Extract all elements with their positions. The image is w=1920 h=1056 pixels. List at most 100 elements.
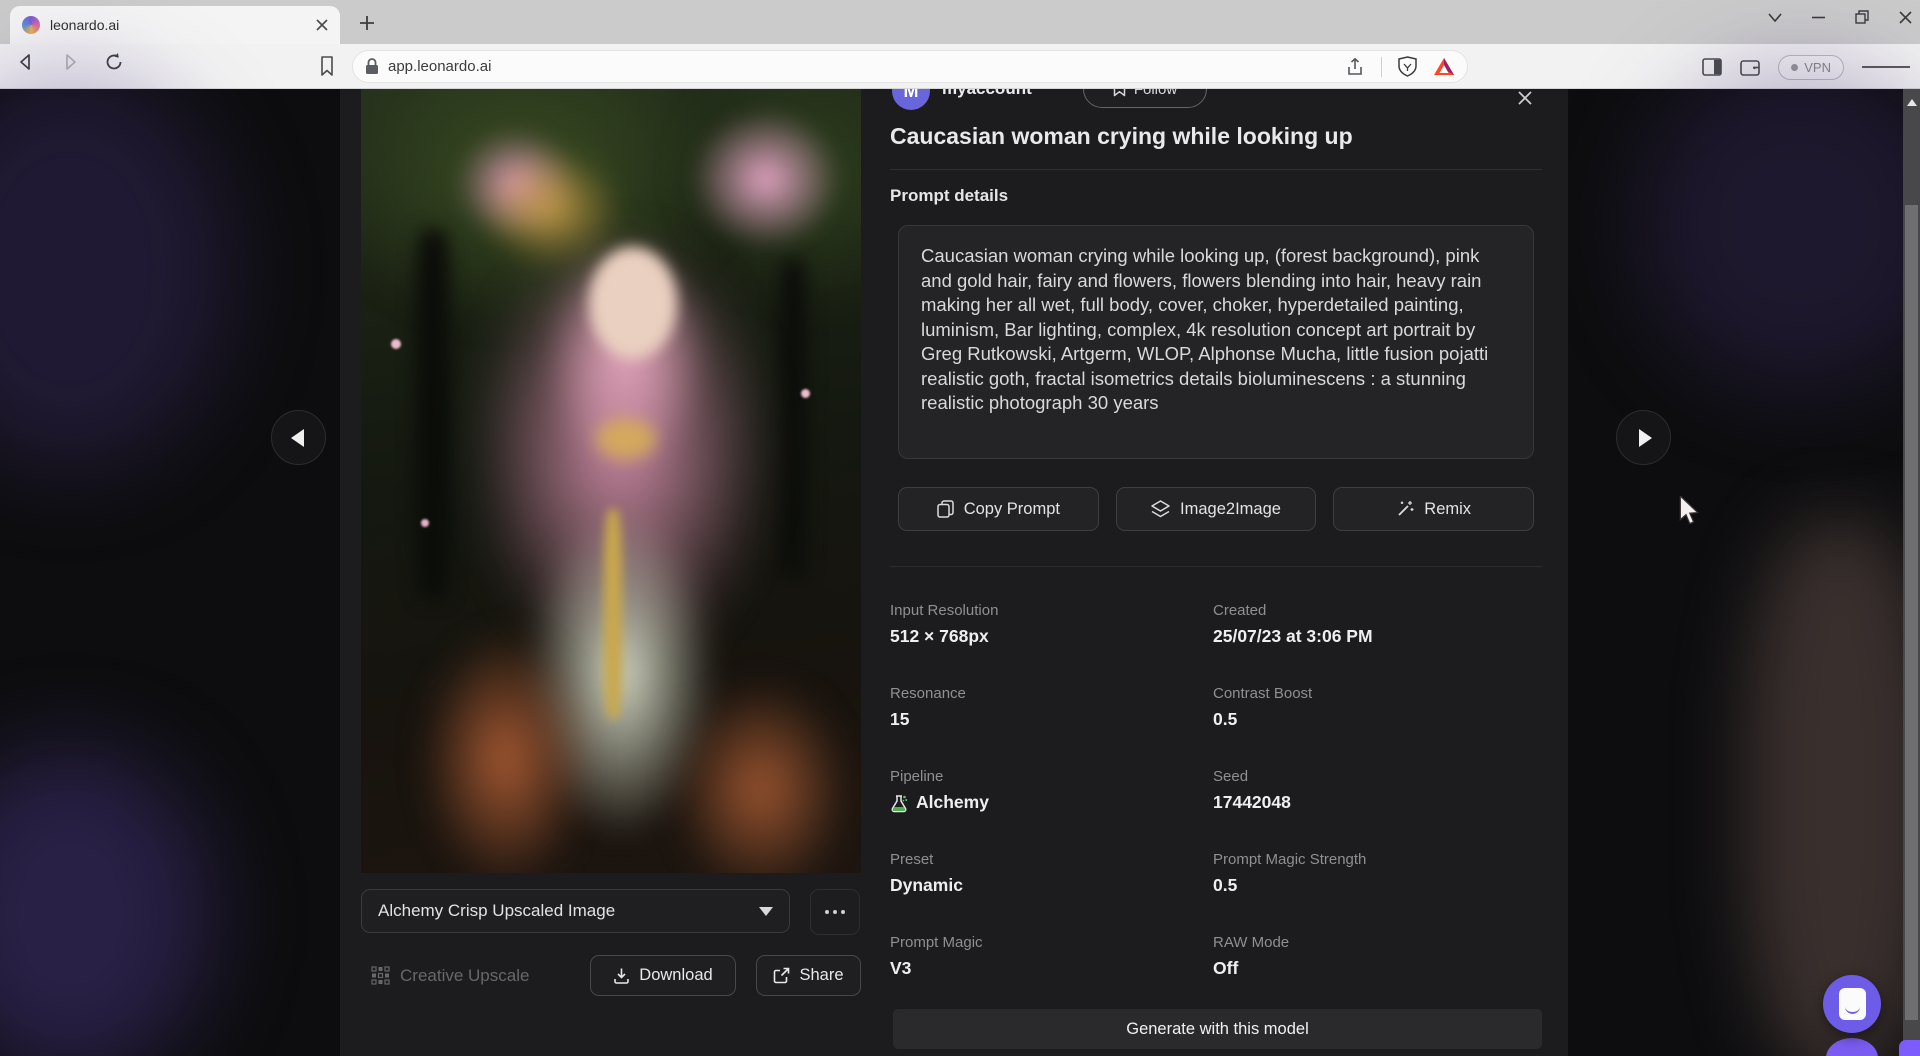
detail-resonance: Resonance 15 — [890, 677, 1213, 760]
screen: leonardo.ai — [0, 0, 1920, 1056]
prompt-box: Caucasian woman crying while looking up,… — [898, 225, 1534, 459]
follow-label: Follow — [1134, 89, 1177, 98]
bookmark-icon[interactable] — [318, 55, 336, 77]
avatar[interactable]: M — [892, 89, 930, 110]
scrollbar-thumb[interactable] — [1905, 205, 1918, 1020]
detail-created: Created 25/07/23 at 3:06 PM — [1213, 594, 1543, 677]
arrow-up-icon — [1907, 99, 1917, 106]
close-window-button[interactable] — [1899, 11, 1912, 24]
remix-label: Remix — [1424, 500, 1471, 519]
detail-preset: Preset Dynamic — [890, 843, 1213, 926]
generation-title: Caucasian woman crying while looking up — [890, 123, 1550, 150]
prompt-details-heading: Prompt details — [890, 186, 1008, 206]
author-name: myaccount — [942, 89, 1032, 99]
flask-icon — [890, 793, 908, 813]
menu-icon[interactable] — [1862, 63, 1910, 71]
generate-with-model-button[interactable]: Generate with this model — [893, 1009, 1542, 1049]
restore-button[interactable] — [1855, 10, 1869, 24]
url-text: app.leonardo.ai — [388, 58, 1345, 75]
brave-rewards-bat-icon[interactable] — [1433, 57, 1455, 77]
download-label: Download — [639, 966, 712, 985]
detail-raw-mode: RAW Mode Off — [1213, 926, 1543, 1009]
corner-widget — [1899, 1040, 1920, 1056]
messenger-icon — [1839, 988, 1866, 1020]
minimize-button[interactable] — [1812, 16, 1825, 19]
chat-launcher-button[interactable] — [1823, 975, 1881, 1033]
scrollbar-up-button[interactable] — [1903, 89, 1920, 115]
copy-prompt-button[interactable]: Copy Prompt — [898, 487, 1099, 531]
new-tab-button[interactable] — [356, 12, 378, 34]
previous-image-button[interactable] — [271, 410, 326, 465]
tab-title: leonardo.ai — [50, 17, 316, 33]
backdrop-glow — [1640, 59, 1920, 389]
next-image-button[interactable] — [1616, 410, 1671, 465]
art-choker — [596, 419, 656, 459]
site-favicon-icon — [22, 16, 40, 34]
share-icon[interactable] — [1345, 57, 1365, 77]
upscale-grid-icon — [371, 966, 390, 985]
follow-bookmark-icon — [1113, 89, 1126, 97]
art-wrap — [421, 629, 591, 873]
follow-button[interactable]: Follow — [1083, 89, 1207, 108]
lock-icon — [365, 58, 379, 75]
variant-dropdown[interactable]: Alchemy Crisp Upscaled Image — [361, 889, 790, 933]
arrow-left-icon — [291, 429, 304, 447]
divider — [890, 169, 1542, 170]
prompt-text: Caucasian woman crying while looking up,… — [921, 244, 1511, 416]
tab-search-chevron-icon[interactable] — [1768, 13, 1782, 22]
divider — [890, 566, 1542, 567]
download-button[interactable]: Download — [590, 955, 736, 996]
download-icon — [613, 967, 630, 984]
wallet-icon[interactable] — [1740, 58, 1760, 76]
variant-label: Alchemy Crisp Upscaled Image — [378, 901, 615, 921]
more-options-button[interactable] — [810, 889, 860, 935]
detail-prompt-magic: Prompt Magic V3 — [890, 926, 1213, 1009]
share-button[interactable]: Share — [756, 955, 861, 996]
sidebar-panel-icon[interactable] — [1702, 58, 1722, 76]
art-trunk — [416, 229, 450, 599]
vpn-button[interactable]: VPN — [1778, 55, 1844, 80]
backdrop-glow — [0, 69, 230, 469]
image2image-button[interactable]: Image2Image — [1116, 487, 1317, 531]
forward-button[interactable] — [60, 52, 80, 72]
art-face — [589, 247, 677, 359]
generation-details-grid: Input Resolution 512 × 768px Created 25/… — [890, 594, 1550, 1009]
reload-button[interactable] — [104, 52, 124, 72]
copy-icon — [937, 500, 954, 518]
modal-close-icon[interactable] — [1512, 89, 1538, 111]
detail-seed: Seed 17442048 — [1213, 760, 1543, 843]
share-external-icon — [773, 967, 790, 984]
backdrop-glow — [0, 749, 210, 1056]
back-button[interactable] — [16, 52, 36, 72]
image2image-label: Image2Image — [1180, 500, 1281, 519]
brave-shield-icon[interactable] — [1398, 56, 1417, 77]
detail-pipeline: Pipeline Alchemy — [890, 760, 1213, 843]
backdrop-glow — [1745, 519, 1920, 1056]
art-petal — [421, 519, 429, 527]
art-petal — [391, 339, 401, 349]
prompt-actions: Copy Prompt Image2Image Remix — [898, 487, 1534, 531]
copy-prompt-label: Copy Prompt — [964, 500, 1060, 519]
divider — [1381, 57, 1382, 77]
art-petal — [801, 389, 810, 398]
generation-detail-modal: M myaccount Follow Caucasian woman cryin… — [340, 89, 1568, 1056]
generated-image[interactable] — [361, 89, 861, 873]
vpn-status-dot — [1791, 64, 1798, 71]
window-controls — [1768, 2, 1912, 32]
tab-strip: leonardo.ai — [0, 0, 1920, 44]
share-label: Share — [799, 966, 843, 985]
art-flowers — [691, 109, 841, 249]
creative-upscale-button[interactable]: Creative Upscale — [365, 955, 535, 996]
tab-close-icon[interactable] — [316, 19, 328, 31]
chevron-down-icon — [759, 907, 773, 916]
art-gold-trim — [604, 509, 622, 719]
browser-tab[interactable]: leonardo.ai — [10, 6, 340, 44]
detail-contrast-boost: Contrast Boost 0.5 — [1213, 677, 1543, 760]
creative-upscale-label: Creative Upscale — [400, 966, 529, 986]
detail-prompt-magic-strength: Prompt Magic Strength 0.5 — [1213, 843, 1543, 926]
layers-icon — [1151, 500, 1170, 518]
remix-button[interactable]: Remix — [1333, 487, 1534, 531]
arrow-right-icon — [1639, 429, 1652, 447]
address-bar[interactable]: app.leonardo.ai — [352, 50, 1468, 83]
wand-icon — [1396, 500, 1414, 518]
